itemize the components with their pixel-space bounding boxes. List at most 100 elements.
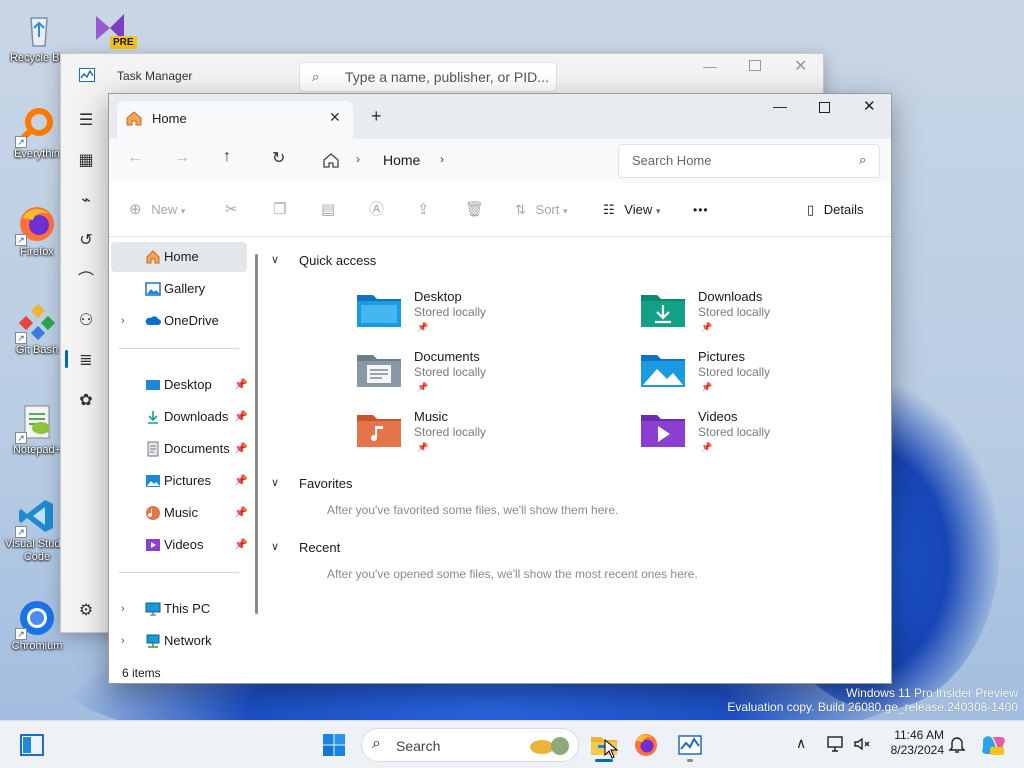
tab-home[interactable]: Home ✕ bbox=[117, 101, 353, 139]
widgets-icon bbox=[20, 734, 44, 756]
view-button[interactable]: ☷ View ▾ bbox=[603, 183, 660, 237]
tab-close-icon[interactable]: ✕ bbox=[329, 109, 341, 126]
cut-icon[interactable]: ✂ bbox=[225, 183, 238, 237]
chevron-right-icon[interactable]: › bbox=[121, 306, 125, 336]
minimize-button[interactable]: — bbox=[703, 58, 719, 74]
copilot-preview-icon[interactable] bbox=[980, 732, 1006, 758]
sidebar-item-home[interactable]: Home bbox=[111, 242, 247, 272]
sidebar-item-music[interactable]: Music 📌 bbox=[111, 498, 248, 528]
sidebar-scrollbar[interactable] bbox=[255, 254, 258, 614]
forward-arrow-icon[interactable]: → bbox=[174, 149, 190, 167]
search-icon: ⌕ bbox=[312, 69, 320, 84]
pin-icon: 📌 bbox=[234, 539, 248, 551]
sidebar-divider bbox=[119, 572, 239, 573]
chevron-right-icon[interactable]: › bbox=[121, 626, 125, 656]
maximize-button[interactable] bbox=[749, 60, 761, 71]
minimize-button[interactable]: — bbox=[773, 98, 787, 114]
users-icon[interactable]: ⚇ bbox=[75, 310, 97, 332]
chevron-right-icon[interactable]: › bbox=[121, 594, 125, 624]
sidebar-item-downloads[interactable]: Downloads 📌 bbox=[111, 402, 248, 432]
quick-access-downloads[interactable]: Downloads Stored locally 📌 bbox=[641, 289, 881, 343]
taskbar-firefox[interactable] bbox=[630, 729, 662, 761]
details-list-icon[interactable]: ≣ bbox=[75, 350, 97, 372]
maximize-button[interactable] bbox=[819, 102, 830, 113]
network-status-icon[interactable] bbox=[826, 734, 846, 754]
recycle-bin-icon bbox=[19, 10, 59, 50]
sidebar-item-label: This PC bbox=[164, 601, 211, 616]
taskbar-task-manager[interactable] bbox=[674, 729, 706, 762]
new-button[interactable]: ⊕ New ▾ bbox=[129, 183, 185, 237]
sidebar-item-gallery[interactable]: Gallery bbox=[111, 274, 247, 304]
app-history-icon[interactable]: ↺ bbox=[75, 230, 97, 252]
file-explorer-window[interactable]: Home ✕ + — ✕ ← → ↑ ↻ › Home › Search Hom… bbox=[108, 93, 892, 684]
section-favorites[interactable]: ∨ Favorites bbox=[271, 476, 352, 491]
quick-access-desktop[interactable]: Desktop Stored locally 📌 bbox=[357, 289, 597, 343]
copy-icon[interactable]: ❐ bbox=[273, 183, 286, 237]
volume-muted-icon[interactable] bbox=[852, 734, 872, 754]
explorer-search-input[interactable]: Search Home ⌕ bbox=[618, 144, 880, 178]
close-button[interactable]: ✕ bbox=[794, 56, 807, 76]
breadcrumb-home[interactable]: Home bbox=[383, 152, 420, 168]
section-quick-access[interactable]: ∨ Quick access bbox=[271, 253, 376, 268]
tile-name: Downloads bbox=[698, 289, 763, 304]
settings-gear-icon[interactable]: ⚙ bbox=[75, 600, 97, 622]
refresh-icon[interactable]: ↻ bbox=[272, 148, 285, 168]
quick-access-music[interactable]: Music Stored locally 📌 bbox=[357, 409, 597, 463]
system-clock[interactable]: 11:46 AM 8/23/2024 bbox=[886, 728, 944, 758]
task-manager-title: Task Manager bbox=[117, 69, 193, 83]
sidebar-item-videos[interactable]: Videos 📌 bbox=[111, 530, 248, 560]
sidebar-item-pictures[interactable]: Pictures 📌 bbox=[111, 466, 248, 496]
up-arrow-icon[interactable]: ↑ bbox=[223, 148, 231, 166]
share-icon[interactable]: ⇪ bbox=[417, 183, 430, 237]
pin-icon: 📌 bbox=[701, 382, 713, 392]
tile-name: Music bbox=[414, 409, 448, 424]
sidebar-item-label: Network bbox=[164, 633, 212, 648]
sidebar-item-label: Gallery bbox=[164, 281, 206, 296]
performance-icon[interactable]: ⌁ bbox=[75, 190, 97, 212]
quick-access-pictures[interactable]: Pictures Stored locally 📌 bbox=[641, 349, 881, 403]
sidebar-item-onedrive[interactable]: › OneDrive bbox=[111, 306, 247, 336]
more-options-button[interactable]: ••• bbox=[693, 183, 709, 237]
section-recent[interactable]: ∨ Recent bbox=[271, 540, 340, 555]
startup-apps-icon[interactable]: ⌒ bbox=[75, 270, 97, 292]
widgets-button[interactable] bbox=[16, 729, 48, 761]
pin-icon: 📌 bbox=[417, 442, 429, 452]
services-icon[interactable]: ✿ bbox=[75, 390, 97, 412]
address-bar[interactable]: › Home › bbox=[314, 144, 606, 178]
hamburger-menu-icon[interactable]: ☰ bbox=[75, 110, 97, 132]
command-bar: ⊕ New ▾ ✂ ❐ ▤ Ⓐ ⇪ 🗑 ⇅ Sort ▾ ☷ View ▾ ••… bbox=[109, 183, 891, 237]
chevron-down-icon[interactable]: ∨ bbox=[271, 540, 279, 553]
notification-bell-icon[interactable] bbox=[948, 734, 966, 754]
new-tab-button[interactable]: + bbox=[371, 106, 382, 127]
quick-access-documents[interactable]: Documents Stored locally 📌 bbox=[357, 349, 597, 403]
home-icon bbox=[146, 250, 160, 264]
close-button[interactable]: ✕ bbox=[863, 97, 876, 115]
desktop-icon-visual-studio-preview[interactable]: PRE bbox=[90, 8, 137, 49]
sidebar-item-network[interactable]: › Network bbox=[111, 626, 247, 656]
status-bar: 6 items bbox=[109, 663, 891, 683]
paste-icon[interactable]: ▤ bbox=[321, 183, 335, 237]
search-icon: ⌕ bbox=[859, 152, 867, 167]
taskbar-search-box[interactable]: ⌕ Search bbox=[361, 728, 579, 762]
sidebar-item-documents[interactable]: Documents 📌 bbox=[111, 434, 248, 464]
back-arrow-icon[interactable]: ← bbox=[127, 149, 143, 167]
show-hidden-icons-chevron-icon[interactable]: ∧ bbox=[796, 735, 806, 752]
rename-icon[interactable]: Ⓐ bbox=[369, 183, 384, 237]
breadcrumb-chevron-icon[interactable]: › bbox=[440, 152, 444, 166]
favorites-empty-message: After you've favorited some files, we'll… bbox=[327, 503, 619, 517]
sort-button[interactable]: ⇅ Sort ▾ bbox=[515, 183, 568, 237]
sidebar-item-this-pc[interactable]: › This PC bbox=[111, 594, 247, 624]
pin-icon: 📌 bbox=[234, 411, 248, 423]
chevron-down-icon[interactable]: ∨ bbox=[271, 253, 279, 266]
delete-icon[interactable]: 🗑 bbox=[465, 183, 484, 237]
download-arrow-icon bbox=[148, 411, 158, 424]
task-manager-search-input[interactable]: ⌕ Type a name, publisher, or PID... bbox=[299, 62, 557, 92]
taskbar: ⌕ Search ∧ 11:46 AM 8/23/2024 bbox=[0, 720, 1024, 768]
quick-access-videos[interactable]: Videos Stored locally 📌 bbox=[641, 409, 881, 463]
sort-icon: ⇅ bbox=[515, 202, 526, 217]
processes-icon[interactable]: ▦ bbox=[75, 150, 97, 172]
details-button[interactable]: ▯ Details bbox=[807, 183, 864, 237]
sidebar-item-desktop[interactable]: Desktop 📌 bbox=[111, 370, 248, 400]
start-button[interactable] bbox=[318, 729, 350, 761]
chevron-down-icon[interactable]: ∨ bbox=[271, 476, 279, 489]
